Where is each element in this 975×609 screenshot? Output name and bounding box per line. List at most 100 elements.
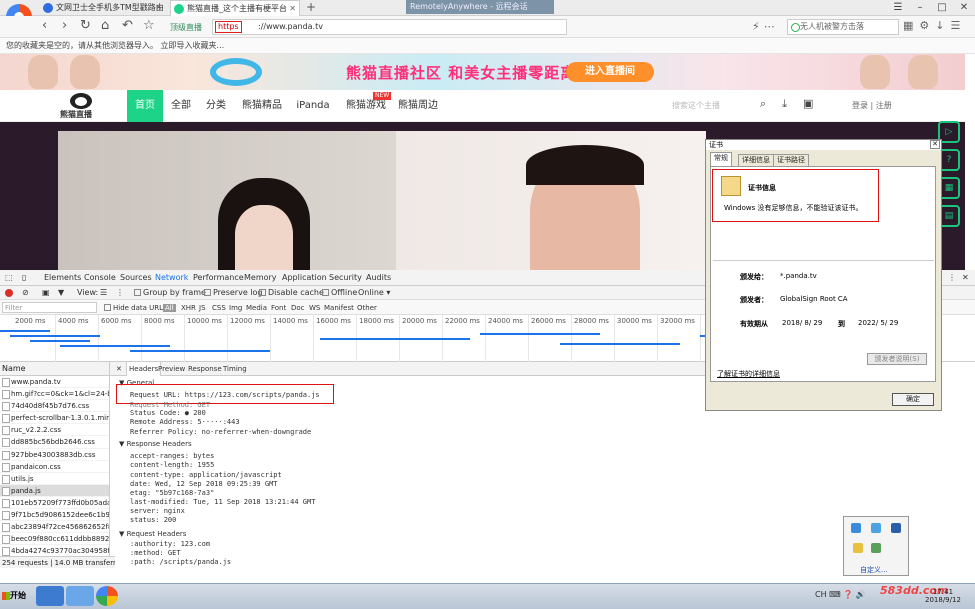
system-clock[interactable]: 17:41 2018/9/12 [925,588,961,604]
request-row-selected[interactable]: panda.js [0,484,109,497]
tree-view-icon[interactable]: ⋮ [116,288,124,297]
request-row[interactable]: 9f71bc5d9086152dee6c1b9537 [0,509,109,522]
start-button[interactable]: 开始 [0,585,32,607]
ok-button[interactable]: 确定 [892,393,934,406]
minimize-icon[interactable]: – [909,0,931,16]
request-row[interactable]: ruc_v2.2.2.css [0,424,109,437]
type-js[interactable]: JS [199,304,206,312]
menu-icon[interactable]: ☰ [887,0,909,16]
more-icon[interactable]: ⋮ [948,270,956,286]
bookmarks-bar[interactable]: 您的收藏夹是空的，请从其他浏览器导入。 立即导入收藏夹... [0,38,975,54]
cert-tab-details[interactable]: 详细信息 [738,154,774,166]
request-headers-toggle[interactable]: ▼ Request Headers [119,530,186,538]
filter-icon[interactable]: ▼ [58,288,64,297]
tab-console[interactable]: Console [84,270,116,286]
url-text[interactable]: ://www.panda.tv [258,22,323,31]
forward-icon[interactable]: › [62,18,67,34]
monitor-icon[interactable] [871,523,881,533]
browser-app-icon[interactable] [96,586,118,606]
tab-wifi[interactable]: 文网卫士全手机多TM型戳路由 ✕ [40,0,165,16]
request-row[interactable]: dd885bc56bdb2646.css [0,436,109,449]
throttle-select[interactable]: Online ▾ [358,288,390,297]
network-icon[interactable] [851,523,861,533]
type-all[interactable]: All [163,304,176,312]
type-css[interactable]: CSS [212,304,226,312]
browser-search-input[interactable]: 无人机被警方击落 [787,19,899,35]
request-row[interactable]: 4bda4274c93770ac304958fb9 [0,545,109,556]
nav-home[interactable]: 首页 [127,90,163,122]
type-ws[interactable]: WS [309,304,320,312]
request-row[interactable]: 927bbe43003883db.css [0,449,109,461]
tab-audits[interactable]: Audits [366,270,391,286]
site-action-icons[interactable]: ⌕⤓▣ [760,97,829,111]
type-manifest[interactable]: Manifest [324,304,354,312]
request-row[interactable]: pandaicon.css [0,461,109,473]
hide-data-urls-checkbox[interactable]: Hide data URLs [104,304,167,312]
type-other[interactable]: Other [357,304,377,312]
preserve-log-checkbox[interactable]: Preserve log [204,288,263,297]
tab-elements[interactable]: Elements [44,270,81,286]
back-icon[interactable]: ‹ [42,18,47,34]
tab-response[interactable]: Response [188,362,222,376]
maximize-icon[interactable]: □ [931,0,953,16]
reload-icon[interactable]: ↻ [80,18,91,34]
close-tab-icon[interactable]: ✕ [155,0,162,16]
tab-performance[interactable]: Performance [193,270,244,286]
device-icon[interactable]: ▯ [22,270,26,286]
filter-input[interactable]: Filter [2,302,97,313]
type-xhr[interactable]: XHR [181,304,196,312]
tab-application[interactable]: Application [282,270,327,286]
learn-more-link[interactable]: 了解证书的详细信息 [717,369,780,379]
tab-sources[interactable]: Sources [120,270,152,286]
tab-timing[interactable]: Timing [223,362,247,376]
type-doc[interactable]: Doc [291,304,305,312]
list-view-icon[interactable]: ☰ [100,288,107,297]
tab-memory[interactable]: Memory [244,270,277,286]
inspect-icon[interactable]: ⬚ [5,270,13,286]
type-media[interactable]: Media [246,304,267,312]
tab-security[interactable]: Security [329,270,362,286]
toolbar-icons[interactable]: ▦⚙↓☰ [903,19,966,32]
ime-icon[interactable]: CH ⌨ ❓ 🔊 [815,590,866,599]
record-icon[interactable] [5,289,13,297]
close-icon[interactable]: ✕ [930,140,940,149]
site-logo[interactable]: 熊猫直播 [60,93,104,120]
clear-icon[interactable]: ⊘ [22,288,29,297]
disable-cache-checkbox[interactable]: Disable cache [259,288,324,297]
group-by-frame-checkbox[interactable]: Group by frame [134,288,206,297]
request-row[interactable]: hm.gif?cc=0&ck=1&cl=24-bit [0,388,109,401]
desktop-icon[interactable] [36,586,64,606]
home-icon[interactable]: ⌂ [101,18,109,34]
cert-tab-general[interactable]: 常规 [710,152,732,166]
response-headers-toggle[interactable]: ▼ Response Headers [119,440,192,448]
star-icon[interactable]: ☆ [143,18,155,34]
close-tab-icon[interactable]: ✕ [289,1,296,16]
site-search-input[interactable]: 搜索这个主播 [672,100,720,111]
request-row[interactable]: abc23894f72ce456862652f8a3 [0,521,109,534]
customize-link[interactable]: 自定义... [860,565,888,575]
close-detail-icon[interactable]: ✕ [116,362,122,376]
nav-merch[interactable]: 熊猫周边 [396,90,440,122]
nav-all[interactable]: 全部 [166,90,196,122]
type-font[interactable]: Font [271,304,286,312]
lightning-icon[interactable]: ⚡⋯ [752,20,779,33]
https-label[interactable]: https [215,21,242,33]
app-icon[interactable] [891,523,901,533]
close-icon[interactable]: ✕ [953,0,975,16]
request-row[interactable]: www.panda.tv [0,376,109,389]
nav-ipanda[interactable]: iPanda [293,90,333,122]
enter-room-button[interactable]: 进入直播间 [566,62,654,82]
cert-tab-path[interactable]: 证书路径 [773,154,809,166]
shield-icon[interactable] [853,543,863,553]
request-row[interactable]: perfect-scrollbar-1.3.0.1.min.css [0,412,109,425]
explorer-icon[interactable] [66,586,94,606]
tab-panda[interactable]: 熊猫直播_这个主播有梗平台 ✕ [170,0,300,16]
type-img[interactable]: Img [229,304,242,312]
request-row[interactable]: utils.js [0,473,109,485]
request-row[interactable]: 74d40d8f45b7d76.css [0,400,109,413]
tool-icon[interactable] [871,543,881,553]
nav-featured[interactable]: 熊猫精品 [236,90,288,122]
nav-category[interactable]: 分类 [201,90,231,122]
issuer-statement-button[interactable]: 颁发者说明(S) [867,353,927,365]
new-tab-button[interactable]: + [306,0,316,14]
